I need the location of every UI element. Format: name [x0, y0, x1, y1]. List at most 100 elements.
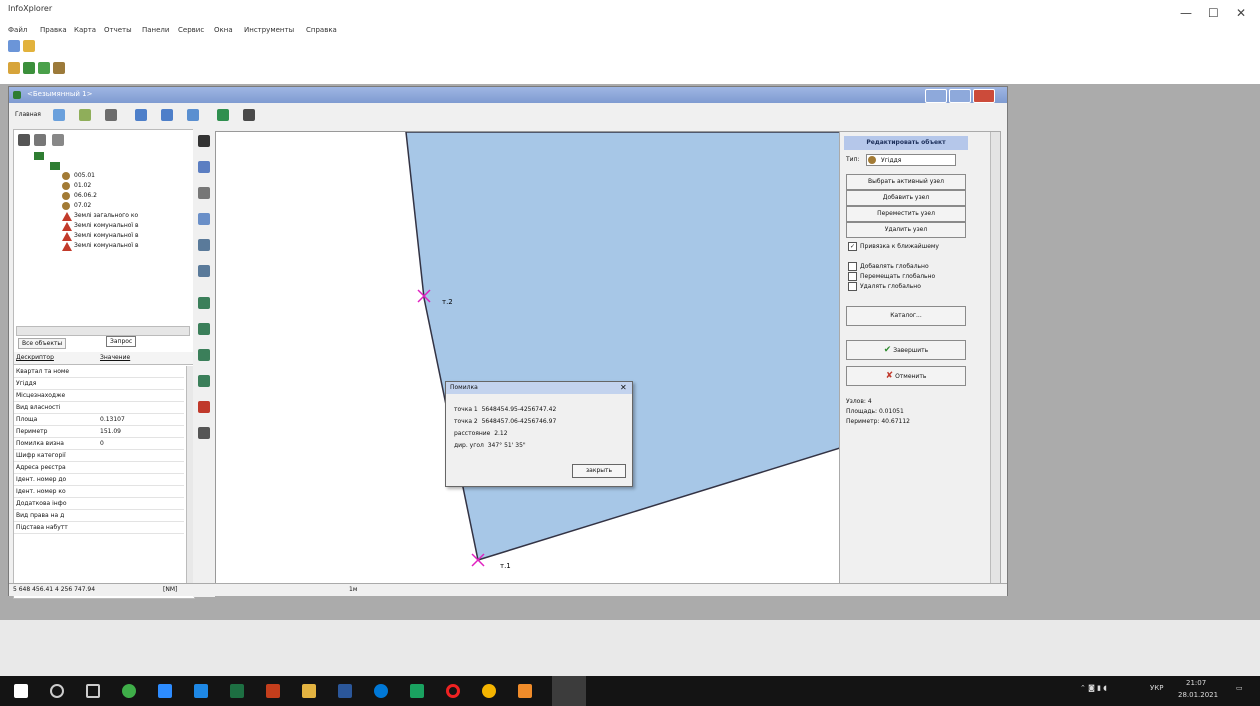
table-row[interactable]: Ідент. номер до	[14, 474, 184, 486]
node-split-icon[interactable]	[198, 375, 210, 387]
table-icon[interactable]	[79, 109, 91, 121]
add-global-checkbox[interactable]: Добавлять глобально	[848, 262, 929, 271]
app-green-icon[interactable]	[122, 684, 136, 698]
col-value[interactable]: Значение	[100, 354, 130, 361]
tree-item[interactable]: Землі загального ко	[74, 212, 192, 219]
map-canvas[interactable]: т.2 т.1	[215, 131, 841, 585]
tree-item[interactable]: 06.06.2	[74, 192, 97, 199]
tree-item[interactable]: Землі комунальної в	[74, 222, 192, 229]
table-row[interactable]: Додаткова інфо	[14, 498, 184, 510]
search-icon[interactable]	[50, 684, 64, 698]
parcel-polygon[interactable]	[405, 132, 840, 561]
move-global-checkbox[interactable]: Перемещать глобально	[848, 272, 935, 281]
pen-icon[interactable]	[217, 109, 229, 121]
table-row[interactable]: Вид власності	[14, 402, 184, 414]
key-icon[interactable]	[8, 62, 20, 74]
child-maximize-button[interactable]	[949, 89, 971, 103]
grid-tool-icon[interactable]	[198, 427, 210, 439]
table-row[interactable]: Периметр 151.09	[14, 426, 184, 438]
catalog-button[interactable]: Каталог...	[846, 306, 966, 326]
dialog-close-icon[interactable]: ✕	[620, 382, 627, 394]
tree-item[interactable]: Землі комунальної в	[74, 232, 192, 239]
select-active-node-button[interactable]: Выбрать активный узел	[846, 174, 966, 190]
powerpoint-icon[interactable]	[266, 684, 280, 698]
print-icon[interactable]	[105, 109, 117, 121]
table-row[interactable]: Площа 0.13107	[14, 414, 184, 426]
menu-reports[interactable]: Отчеты	[104, 26, 132, 34]
language-indicator[interactable]: УКР	[1150, 684, 1163, 692]
rect-icon[interactable]	[198, 213, 210, 225]
minimize-icon[interactable]: —	[1180, 6, 1192, 20]
word-icon[interactable]	[338, 684, 352, 698]
node-add-icon[interactable]	[198, 349, 210, 361]
skype-icon[interactable]	[194, 684, 208, 698]
menu-panels[interactable]: Панели	[142, 26, 169, 34]
open-folder-icon[interactable]	[23, 40, 35, 52]
select-node-icon[interactable]	[198, 161, 210, 173]
menu-service[interactable]: Сервис	[178, 26, 204, 34]
tree-root-icon[interactable]	[34, 152, 44, 160]
finish-button[interactable]: ✔ Завершить	[846, 340, 966, 360]
new-file-icon[interactable]	[8, 40, 20, 52]
map-icon[interactable]	[38, 62, 50, 74]
child-close-button[interactable]	[973, 89, 995, 103]
database-icon[interactable]	[53, 62, 65, 74]
select-rect-icon[interactable]	[187, 109, 199, 121]
menu-file[interactable]: Файл	[8, 26, 27, 34]
menu-tools[interactable]: Инструменты	[244, 26, 294, 34]
table-row[interactable]: Вид права на д	[14, 510, 184, 522]
refresh-icon[interactable]	[53, 109, 65, 121]
folder-icon[interactable]	[302, 684, 316, 698]
tree-item[interactable]: 005.01	[74, 172, 95, 179]
add-node-button[interactable]: Добавить узел	[846, 190, 966, 206]
tree-hscrollbar[interactable]	[16, 326, 190, 336]
dialog-close-button[interactable]: закрыть	[572, 464, 626, 478]
tab-all-objects[interactable]: Все объекты	[18, 338, 67, 349]
edge-icon[interactable]	[374, 684, 388, 698]
monitor-icon[interactable]	[243, 109, 255, 121]
node-edit-icon[interactable]	[198, 297, 210, 309]
menu-edit[interactable]: Правка	[40, 26, 67, 34]
tab-query[interactable]: Запрос	[106, 336, 137, 347]
delete-global-checkbox[interactable]: Удалять глобально	[848, 282, 921, 291]
table-row[interactable]: Квартал та номе	[14, 366, 184, 378]
arrow-select-icon[interactable]	[198, 135, 210, 147]
tree-item[interactable]: 07.02	[74, 202, 91, 209]
opera-icon[interactable]	[446, 684, 460, 698]
zoom-in-icon[interactable]	[198, 239, 210, 251]
task-view-icon[interactable]	[86, 684, 100, 698]
table-row[interactable]: Підстава набутт	[14, 522, 184, 534]
layers-icon[interactable]	[23, 62, 35, 74]
delete-node-button[interactable]: Удалить узел	[846, 222, 966, 238]
menu-windows[interactable]: Окна	[214, 26, 233, 34]
rotate-icon[interactable]	[198, 187, 210, 199]
start-icon[interactable]	[14, 684, 28, 698]
menu-help[interactable]: Справка	[306, 26, 337, 34]
clock-date[interactable]: 28.01.2021	[1178, 691, 1218, 699]
maximize-icon[interactable]: ☐	[1208, 6, 1219, 20]
delete-icon[interactable]	[198, 401, 210, 413]
table-row[interactable]: Ідент. номер ко	[14, 486, 184, 498]
tab-main[interactable]: Главная	[15, 111, 41, 118]
sort-icon[interactable]	[34, 134, 46, 146]
move-node-button[interactable]: Переместить узел	[846, 206, 966, 222]
tree-layer-icon[interactable]	[50, 162, 60, 170]
notifications-icon[interactable]: ▭	[1236, 684, 1243, 692]
table-row[interactable]: Шифр категорії	[14, 450, 184, 462]
tree-item[interactable]: Землі комунальної в	[74, 242, 192, 249]
close-icon[interactable]: ✕	[1236, 6, 1246, 20]
tray-icons[interactable]: ⌃ ◙ ▮ ◖	[1080, 684, 1107, 692]
measure-icon[interactable]	[135, 109, 147, 121]
table-row[interactable]: Помилка визна 0	[14, 438, 184, 450]
clock-time[interactable]: 21:07	[1186, 679, 1206, 687]
table-row[interactable]: Місцезнаходже	[14, 390, 184, 402]
panel-vscrollbar[interactable]	[990, 132, 1000, 584]
tree-item[interactable]: 01.02	[74, 182, 91, 189]
active-app-icon[interactable]	[552, 676, 586, 706]
app-blue-icon[interactable]	[158, 684, 172, 698]
measure-angle-icon[interactable]	[161, 109, 173, 121]
binoculars-icon[interactable]	[18, 134, 30, 146]
menu-map[interactable]: Карта	[74, 26, 96, 34]
node-move-icon[interactable]	[198, 323, 210, 335]
table-row[interactable]: Адреса реєстра	[14, 462, 184, 474]
